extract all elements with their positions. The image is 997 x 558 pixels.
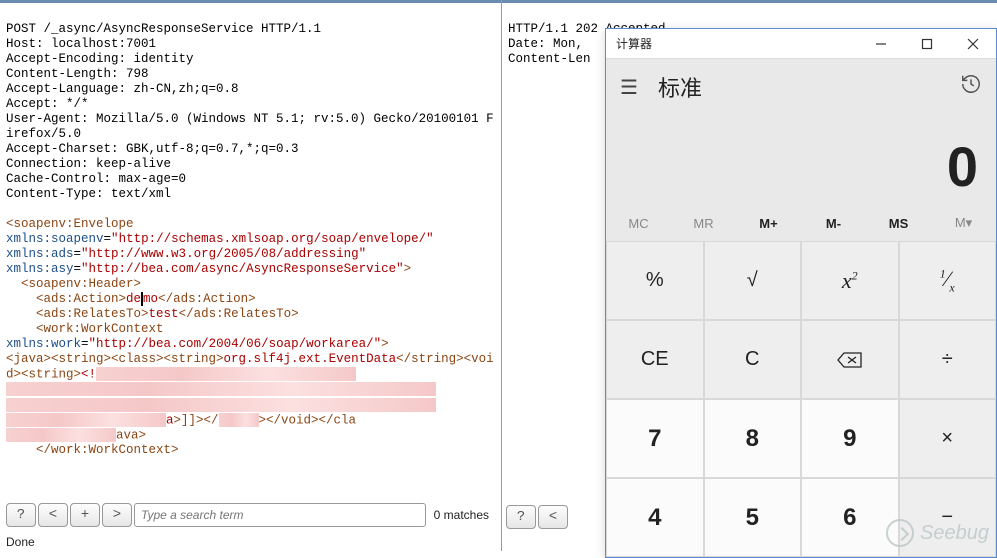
redacted-block <box>6 382 436 396</box>
xml-tag: > <box>381 337 389 351</box>
key-divide[interactable]: ÷ <box>900 321 996 398</box>
mem-mr[interactable]: MR <box>671 205 736 241</box>
xml-tag: <ads:RelatesTo> <box>6 307 149 321</box>
xml-val: "http://bea.com/async/AsyncResponseServi… <box>81 262 404 276</box>
req-line: Cache-Control: max-age=0 <box>6 172 186 186</box>
xml-tag: ava <box>116 428 139 442</box>
req-line: Host: localhost:7001 <box>6 37 156 51</box>
xml-tag: </work:WorkContext> <box>6 443 179 457</box>
xml-val: "http://schemas.xmlsoap.org/soap/envelop… <box>111 232 434 246</box>
xml-val: "http://bea.com/2004/06/soap/workarea/" <box>89 337 382 351</box>
req-line: Accept-Charset: GBK,utf-8;q=0.7,*;q=0.3 <box>6 142 299 156</box>
req-line: POST /_async/AsyncResponseService HTTP/1… <box>6 22 321 36</box>
key-sqrt[interactable]: √ <box>705 242 801 319</box>
req-line: Content-Length: 798 <box>6 67 149 81</box>
xml-text: org.slf4j.ext.EventData <box>224 352 397 366</box>
search-prev-button[interactable]: < <box>538 505 568 529</box>
search-add-button[interactable]: + <box>70 503 100 527</box>
mem-mlist[interactable]: M▾ <box>931 205 996 241</box>
xml-tag: > <box>139 428 147 442</box>
xml-attr: xmlns:work <box>6 337 81 351</box>
search-bar-left: ? < + > 0 matches <box>4 501 497 529</box>
redacted-block <box>6 428 116 442</box>
xml-tag: ></void></cla <box>259 413 357 427</box>
key-reciprocal[interactable]: 1∕x <box>900 242 996 319</box>
xml-text: <! <box>81 367 96 381</box>
xml-text: de <box>126 292 141 306</box>
key-7[interactable]: 7 <box>607 400 703 477</box>
mem-mplus[interactable]: M+ <box>736 205 801 241</box>
key-9[interactable]: 9 <box>802 400 898 477</box>
xml-text: mo <box>143 292 158 306</box>
key-4[interactable]: 4 <box>607 479 703 556</box>
xml-tag: </ads:Action> <box>158 292 256 306</box>
hamburger-icon[interactable]: ☰ <box>620 75 644 100</box>
search-input[interactable] <box>134 503 426 527</box>
xml-tag: >]]> <box>174 413 204 427</box>
xml-attr: xmlns:soapenv <box>6 232 104 246</box>
calculator-titlebar[interactable]: 计算器 <box>606 29 996 59</box>
key-backspace[interactable] <box>802 321 898 398</box>
xml-tag: </ <box>204 413 219 427</box>
key-multiply[interactable]: × <box>900 400 996 477</box>
resp-line: Date: Mon, <box>508 37 606 51</box>
xml-val: "http://www.w3.org/2005/08/addressing" <box>81 247 366 261</box>
key-minus[interactable]: − <box>900 479 996 556</box>
key-c[interactable]: C <box>705 321 801 398</box>
close-button[interactable] <box>950 29 996 59</box>
req-line: Content-Type: text/xml <box>6 187 171 201</box>
xml-tag: > <box>404 262 412 276</box>
request-text[interactable]: POST /_async/AsyncResponseService HTTP/1… <box>0 3 501 460</box>
calculator-mode: 标准 <box>658 71 702 103</box>
search-bar-right: ? < <box>506 505 568 529</box>
redacted-block <box>6 413 166 427</box>
mem-ms[interactable]: MS <box>866 205 931 241</box>
minimize-icon <box>875 38 887 50</box>
redacted-block <box>6 398 436 412</box>
resp-line: Content-Len <box>508 52 591 66</box>
calculator-window[interactable]: 计算器 ☰ 标准 0 MC MR M+ M- MS M▾ % √ x2 <box>605 28 997 558</box>
redacted-block <box>219 413 259 427</box>
key-square[interactable]: x2 <box>802 242 898 319</box>
xml-attr: xmlns:ads <box>6 247 74 261</box>
xml-tag: </ads:RelatesTo> <box>179 307 299 321</box>
xml-text: a <box>166 413 174 427</box>
xml-text: test <box>149 307 179 321</box>
close-icon <box>967 38 979 50</box>
search-help-button[interactable]: ? <box>506 505 536 529</box>
search-help-button[interactable]: ? <box>6 503 36 527</box>
status-bar: Done <box>6 535 35 549</box>
backspace-icon <box>837 351 863 369</box>
req-line: Accept-Language: zh-CN,zh;q=0.8 <box>6 82 239 96</box>
xml-tag: <soapenv:Envelope <box>6 217 134 231</box>
search-prev-button[interactable]: < <box>38 503 68 527</box>
xml-attr: xmlns:asy <box>6 262 74 276</box>
xml-tag: <ads:Action> <box>6 292 126 306</box>
mem-mminus[interactable]: M- <box>801 205 866 241</box>
req-line: Connection: keep-alive <box>6 157 171 171</box>
req-line: Accept: */* <box>6 97 89 111</box>
key-6[interactable]: 6 <box>802 479 898 556</box>
req-line: User-Agent: Mozilla/5.0 (Windows NT 5.1;… <box>6 112 494 141</box>
calculator-keypad: % √ x2 1∕x CE C ÷ 7 8 9 × 4 5 6 − <box>606 241 996 557</box>
search-next-button[interactable]: > <box>102 503 132 527</box>
maximize-button[interactable] <box>904 29 950 59</box>
maximize-icon <box>921 38 933 50</box>
search-match-count: 0 matches <box>428 508 495 522</box>
redacted-block <box>96 367 356 381</box>
minimize-button[interactable] <box>858 29 904 59</box>
key-percent[interactable]: % <box>607 242 703 319</box>
history-icon[interactable] <box>960 73 982 101</box>
memory-row: MC MR M+ M- MS M▾ <box>606 205 996 241</box>
key-ce[interactable]: CE <box>607 321 703 398</box>
xml-tag: <work:WorkContext <box>6 322 164 336</box>
calculator-display: 0 <box>606 115 996 205</box>
xml-tag: <java><string><class><string> <box>6 352 224 366</box>
xml-tag: <soapenv:Header> <box>6 277 141 291</box>
mem-mc[interactable]: MC <box>606 205 671 241</box>
req-line: Accept-Encoding: identity <box>6 52 194 66</box>
calculator-title: 计算器 <box>616 35 652 52</box>
key-8[interactable]: 8 <box>705 400 801 477</box>
key-5[interactable]: 5 <box>705 479 801 556</box>
